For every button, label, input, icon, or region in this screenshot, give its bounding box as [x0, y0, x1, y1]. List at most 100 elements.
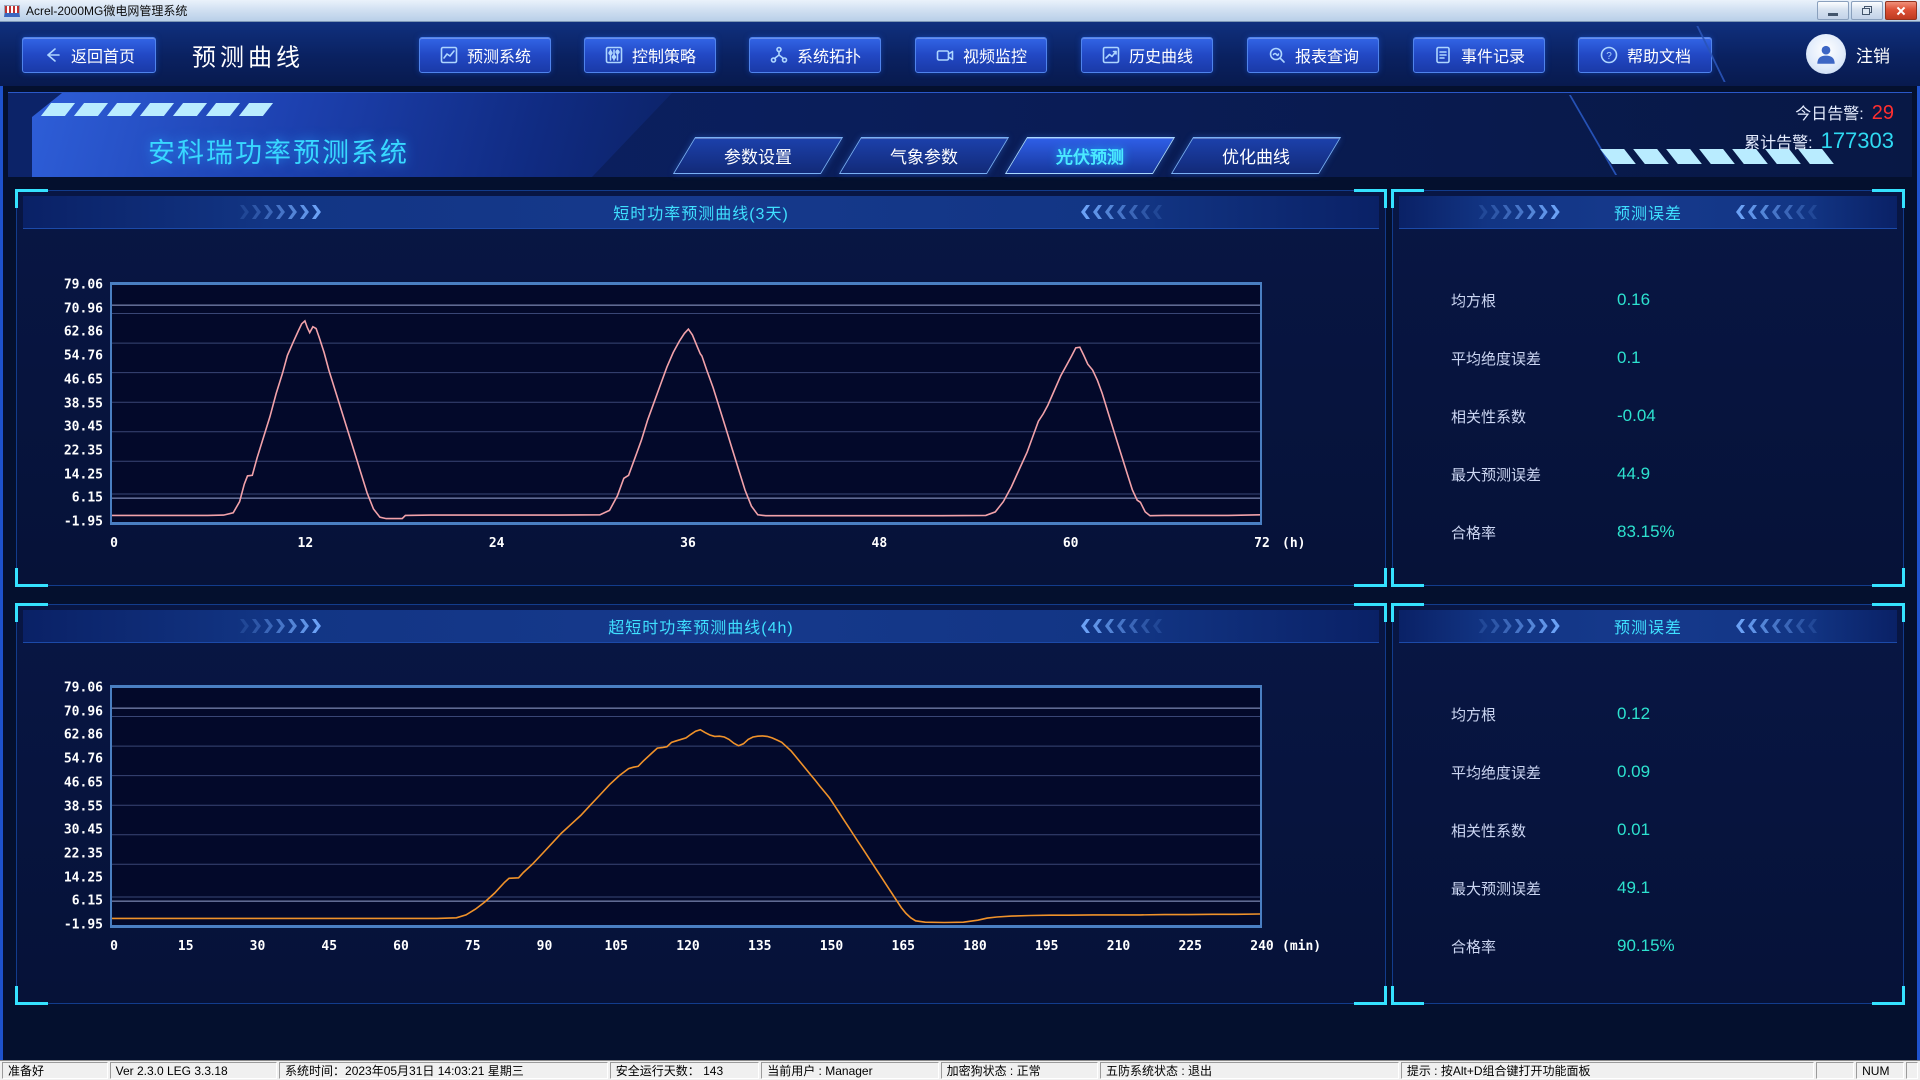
stat-row: 最大预测误差 49.1	[1393, 859, 1903, 917]
nav-button-label: 帮助文档	[1627, 43, 1691, 67]
chart-panel-header: 超短时功率预测曲线(4h)	[23, 610, 1379, 643]
stat-value: 49.1	[1617, 878, 1650, 898]
window-title: Acrel-2000MG微电网管理系统	[26, 2, 187, 19]
nav-button-label: 控制策略	[632, 43, 696, 67]
history-curve-icon	[1101, 45, 1121, 65]
stat-row: 相关性系数 0.01	[1393, 801, 1903, 859]
status-version: Ver 2.3.0 LEG 3.3.18	[110, 1062, 277, 1079]
tab-label: 气象参数	[890, 143, 958, 168]
tab-weather-params[interactable]: 气象参数	[839, 137, 1009, 174]
y-axis-labels: 79.0670.9662.8654.7646.6538.5530.4522.35…	[23, 282, 103, 525]
nav-button-system-topology[interactable]: 系统拓扑	[749, 37, 881, 73]
nav-button-label: 视频监控	[963, 43, 1027, 67]
stat-label: 平均绝度误差	[1451, 348, 1603, 369]
tab-pv-forecast[interactable]: 光伏预测	[1005, 137, 1175, 174]
today-alarm-value: 29	[1872, 102, 1894, 125]
statusbar: 准备好 Ver 2.3.0 LEG 3.3.18 系统时间：2023年05月31…	[0, 1060, 1920, 1080]
help-doc-icon: ?	[1599, 45, 1619, 65]
total-alarm-label: 累计告警:	[1744, 129, 1812, 153]
app-logo-icon	[4, 5, 20, 17]
system-title: 安科瑞功率预测系统	[148, 131, 409, 170]
stat-value: 90.15%	[1617, 936, 1675, 956]
ultra-short-term-forecast-panel: 超短时功率预测曲线(4h) 79.0670.9662.8654.7646.653…	[16, 604, 1386, 1004]
stat-label: 平均绝度误差	[1451, 762, 1603, 783]
nav-button-label: 事件记录	[1461, 43, 1525, 67]
stat-value: 0.12	[1617, 704, 1650, 724]
short-term-chart-plot	[110, 282, 1262, 525]
forecast-error-panel-2: 预测误差 均方根0.12 平均绝度误差0.09 相关性系数0.01 最大预测误差…	[1392, 604, 1904, 1004]
stat-value: 0.16	[1617, 290, 1650, 310]
nav-button-history-curve[interactable]: 历史曲线	[1081, 37, 1213, 73]
nav-button-report-query[interactable]: 报表查询	[1247, 37, 1379, 73]
stat-value: 0.1	[1617, 348, 1641, 368]
corner-bracket	[1872, 986, 1905, 1005]
chart-panel-header: 短时功率预测曲线(3天)	[23, 196, 1379, 229]
stat-row: 合格率 83.15%	[1393, 503, 1903, 561]
nav-button-video-monitor[interactable]: 视频监控	[915, 37, 1047, 73]
status-current-user: 当前用户 : Manager	[761, 1062, 938, 1079]
corner-bracket	[1872, 568, 1905, 587]
window-titlebar: Acrel-2000MG微电网管理系统	[0, 0, 1920, 22]
corner-bracket	[15, 986, 48, 1005]
logout-button[interactable]: 注销	[1806, 34, 1890, 74]
corner-bracket	[15, 568, 48, 587]
close-button[interactable]	[1885, 1, 1917, 20]
stats-title: 预测误差	[1614, 200, 1682, 224]
status-safe-days: 安全运行天数： 143	[610, 1062, 759, 1079]
control-strategy-icon	[604, 45, 624, 65]
chevrons-right-icon	[1479, 205, 1560, 219]
stat-value: 83.15%	[1617, 522, 1675, 542]
nav-button-event-record[interactable]: 事件记录	[1413, 37, 1545, 73]
stat-row: 相关性系数-0.04	[1393, 387, 1903, 445]
nav-button-control-strategy[interactable]: 控制策略	[584, 37, 716, 73]
tab-optimize-curve[interactable]: 优化曲线	[1171, 137, 1341, 174]
report-query-icon	[1267, 45, 1287, 65]
logout-label: 注销	[1856, 42, 1890, 67]
stat-label: 最大预测误差	[1451, 878, 1603, 899]
nav-button-label: 预测系统	[467, 43, 531, 67]
stat-label: 合格率	[1451, 522, 1603, 543]
stat-label: 合格率	[1451, 936, 1603, 957]
total-alarm-value: 177303	[1821, 128, 1894, 154]
x-axis-labels: 0122436486072(h)	[112, 536, 1332, 556]
short-term-forecast-panel: 短时功率预测曲线(3天) 79.0670.9662.8654.7646.6538…	[16, 190, 1386, 586]
restore-button[interactable]	[1851, 1, 1883, 20]
chevrons-right-icon	[240, 619, 321, 633]
chevrons-left-icon	[1081, 205, 1162, 219]
svg-text:?: ?	[1606, 51, 1612, 62]
video-monitor-icon	[935, 45, 955, 65]
tab-label: 优化曲线	[1222, 143, 1290, 168]
corner-bracket	[1354, 568, 1387, 587]
stat-row: 最大预测误差44.9	[1393, 445, 1903, 503]
stats-panel-header: 预测误差	[1399, 610, 1897, 643]
nav-button-help-doc[interactable]: ? 帮助文档	[1578, 37, 1712, 73]
stat-label: 最大预测误差	[1451, 464, 1603, 485]
tab-parameter-settings[interactable]: 参数设置	[673, 137, 843, 174]
corner-bracket	[1391, 568, 1424, 587]
chart-title: 短时功率预测曲线(3天)	[613, 200, 789, 224]
ultra-short-term-chart-plot	[110, 685, 1262, 928]
alarm-box-edge	[1509, 95, 1617, 175]
stat-value: 0.09	[1617, 762, 1650, 782]
back-arrow-icon	[43, 45, 63, 65]
stat-label: 相关性系数	[1451, 820, 1603, 841]
close-icon	[1895, 5, 1907, 17]
stats-panel-header: 预测误差	[1399, 196, 1897, 229]
stat-row: 平均绝度误差 0.09	[1393, 743, 1903, 801]
nav-button-label: 报表查询	[1295, 43, 1359, 67]
y-axis-labels: 79.0670.9662.8654.7646.6538.5530.4522.35…	[23, 685, 103, 928]
nav-button-label: 历史曲线	[1129, 43, 1193, 67]
stat-row: 合格率 90.15%	[1393, 917, 1903, 975]
corner-bracket	[1354, 986, 1387, 1005]
stat-label: 相关性系数	[1451, 406, 1603, 427]
chevrons-left-icon	[1736, 205, 1817, 219]
banner: 安科瑞功率预测系统 参数设置 气象参数 光伏预测 优化曲线 今日告警: 29 累…	[8, 92, 1912, 177]
chevrons-left-icon	[1736, 619, 1817, 633]
minimize-button[interactable]	[1817, 1, 1849, 20]
system-topology-icon	[769, 45, 789, 65]
status-spacer	[1906, 1062, 1918, 1079]
back-home-button[interactable]: 返回首页	[22, 37, 156, 73]
stripes-decoration	[46, 103, 268, 116]
nav-button-forecast-system[interactable]: 预测系统	[419, 37, 551, 73]
stat-value: 0.01	[1617, 820, 1650, 840]
